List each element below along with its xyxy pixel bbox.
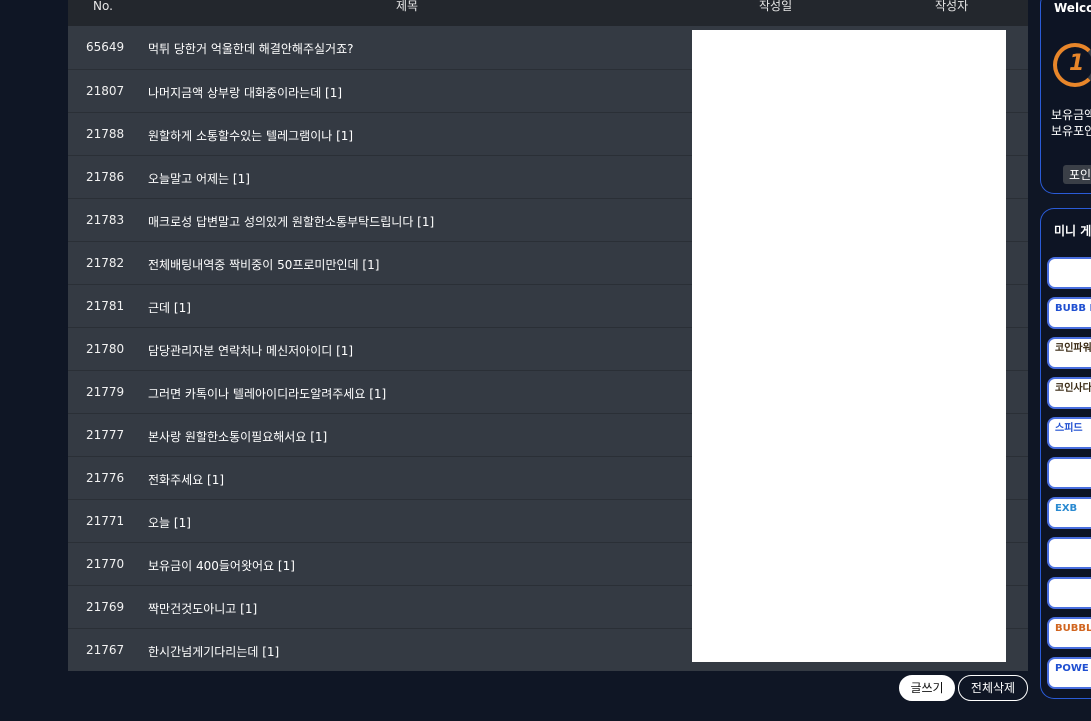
row-title-link[interactable]: 원할하게 소통할수있는 텔레그램이나 [1]: [148, 127, 353, 144]
row-number: 21783: [86, 213, 125, 227]
row-number: 21781: [86, 299, 125, 313]
row-title-link[interactable]: 오늘 [1]: [148, 514, 191, 531]
mini-game-tile[interactable]: 코인사다리: [1047, 377, 1091, 409]
row-title-link[interactable]: 매크로성 답변말고 성의있게 원할한소통부탁드립니다 [1]: [148, 213, 434, 230]
points-label: 보유포인: [1051, 124, 1091, 138]
mini-game-tile[interactable]: 스피드: [1047, 417, 1091, 449]
header-title: 제목: [396, 0, 419, 13]
row-title-link[interactable]: 먹튀 당한거 억울한데 해결안해주실거죠?: [148, 40, 354, 57]
header-no: No.: [93, 0, 113, 13]
blank-overlay: [692, 30, 1006, 662]
mini-games-title: 미니 게: [1054, 224, 1091, 238]
row-title-link[interactable]: 담당관리자분 연락처나 메신저아이디 [1]: [148, 342, 353, 359]
user-info-panel: Welco 1 보유금액 보유포인 포인: [1040, 0, 1091, 194]
row-number: 21788: [86, 127, 125, 141]
row-title-link[interactable]: 한시간넘게기다리는데 [1]: [148, 643, 279, 660]
header-date: 작성일: [759, 0, 793, 13]
mini-games-panel: 미니 게 BUBB POWERB 코인파워코인사다리스피드 EXB BUBBLE LA…: [1040, 208, 1091, 699]
row-number: 21770: [86, 557, 125, 571]
row-title-link[interactable]: 오늘말고 어제는 [1]: [148, 170, 250, 187]
row-number: 21779: [86, 385, 125, 399]
mini-game-tile[interactable]: BUBB POWERB: [1047, 297, 1091, 329]
mini-game-label: EXB: [1055, 503, 1078, 514]
row-number: 21807: [86, 84, 125, 98]
row-number: 21771: [86, 514, 125, 528]
row-number: 21777: [86, 428, 125, 442]
row-number: 21786: [86, 170, 125, 184]
row-title-link[interactable]: 보유금이 400들어왓어요 [1]: [148, 557, 295, 574]
mini-game-tile[interactable]: EXB: [1047, 497, 1091, 529]
row-title-link[interactable]: 짝만건것도아니고 [1]: [148, 600, 257, 617]
level-badge-icon: 1: [1053, 43, 1091, 87]
mini-game-tile[interactable]: 코인파워: [1047, 337, 1091, 369]
row-title-link[interactable]: 그러면 카톡이나 텔레아이디라도알려주세요 [1]: [148, 385, 386, 402]
row-number: 65649: [86, 40, 125, 54]
board-table: No. 제목 작성일 작성자 65649 먹튀 당한거 억울한데 해결안해주실거죠…: [68, 0, 1028, 671]
point-button[interactable]: 포인: [1063, 165, 1091, 184]
mini-game-tile[interactable]: [1047, 577, 1091, 609]
level-number: 1: [1069, 51, 1085, 76]
row-number: 21776: [86, 471, 125, 485]
row-title-link[interactable]: 나머지금액 상부랑 대화중이라는데 [1]: [148, 84, 342, 101]
balance-label: 보유금액: [1051, 108, 1091, 122]
row-title-link[interactable]: 전화주세요 [1]: [148, 471, 224, 488]
mini-game-label: BUBBLE LAD: [1055, 623, 1091, 634]
row-number: 21767: [86, 643, 125, 657]
mini-game-tile[interactable]: POWE BALL: [1047, 657, 1091, 689]
welcome-text: Welco: [1054, 1, 1091, 15]
mini-game-tile[interactable]: BUBBLE LAD: [1047, 617, 1091, 649]
mini-game-label: BUBB POWERB: [1055, 303, 1091, 314]
header-author: 작성자: [935, 0, 969, 13]
mini-game-tile[interactable]: [1047, 537, 1091, 569]
mini-game-label: 스피드: [1055, 423, 1083, 434]
mini-game-tile[interactable]: [1047, 257, 1091, 289]
table-header: No. 제목 작성일 작성자: [68, 0, 1028, 26]
row-title-link[interactable]: 근데 [1]: [148, 299, 191, 316]
row-title-link[interactable]: 전체배팅내역중 짝비중이 50프로미만인데 [1]: [148, 256, 379, 273]
row-title-link[interactable]: 본사랑 원할한소통이필요해서요 [1]: [148, 428, 327, 445]
mini-game-label: POWE BALL: [1055, 663, 1091, 674]
row-number: 21782: [86, 256, 125, 270]
write-button[interactable]: 글쓰기: [899, 675, 955, 701]
row-number: 21780: [86, 342, 125, 356]
mini-game-tile[interactable]: [1047, 457, 1091, 489]
mini-game-label: 코인파워: [1055, 343, 1091, 354]
delete-all-button[interactable]: 전체삭제: [958, 675, 1028, 701]
mini-game-label: 코인사다리: [1055, 383, 1091, 394]
row-number: 21769: [86, 600, 125, 614]
